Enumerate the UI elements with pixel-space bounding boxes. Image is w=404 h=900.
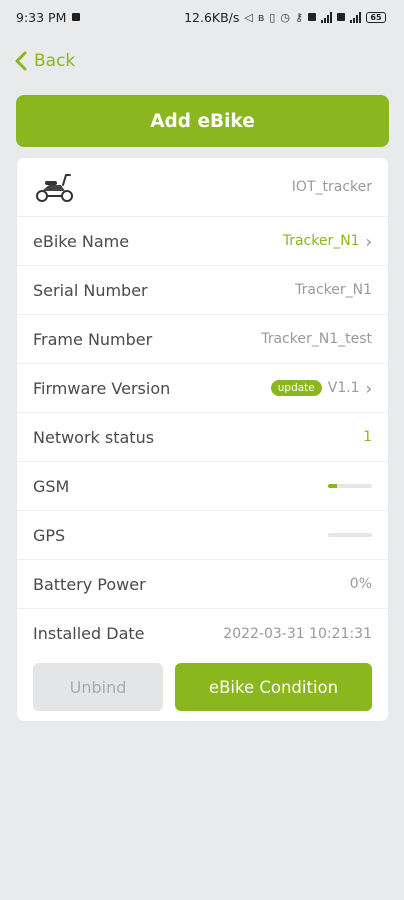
- serial-number-label: Serial Number: [33, 280, 148, 300]
- update-badge[interactable]: update: [270, 380, 322, 396]
- gsm-signal-fill: [328, 484, 337, 488]
- notification-icon: [72, 13, 81, 21]
- ebike-name-row[interactable]: eBike Name Tracker_N1 ›: [17, 217, 388, 266]
- chevron-left-icon: [15, 51, 27, 71]
- gsm-signal-meter: [328, 484, 372, 488]
- gps-signal-meter: [328, 533, 372, 537]
- frame-number-value: Tracker_N1_test: [261, 331, 372, 347]
- network-status-row: Network status 1: [17, 413, 388, 462]
- status-bar: 9:33 PM 12.6KB/s ◁ ʙ ▯ ◷ ⚷ 65: [0, 0, 404, 34]
- scooter-icon: [36, 174, 73, 202]
- firmware-label: Firmware Version: [33, 378, 171, 398]
- installed-date-label: Installed Date: [33, 624, 145, 643]
- gps-row: GPS: [17, 511, 388, 560]
- firmware-value: V1.1: [327, 380, 360, 396]
- serial-number-row: Serial Number Tracker_N1: [17, 266, 388, 315]
- gsm-label: GSM: [33, 476, 70, 496]
- sim2-icon: [337, 13, 345, 21]
- firmware-row[interactable]: Firmware Version update V1.1 ›: [17, 364, 388, 413]
- battery-level: 65: [370, 12, 382, 22]
- action-buttons: Unbind eBike Condition: [17, 663, 388, 713]
- back-button[interactable]: Back: [14, 46, 75, 76]
- frame-number-row: Frame Number Tracker_N1_test: [17, 315, 388, 364]
- network-status-value: 1: [363, 429, 372, 445]
- chevron-right-icon: ›: [365, 231, 372, 251]
- firmware-value-group: update V1.1 ›: [270, 378, 372, 398]
- ebike-condition-button[interactable]: eBike Condition: [175, 663, 372, 711]
- location-icon: ◁: [244, 10, 253, 24]
- signal2-icon: [350, 11, 361, 23]
- battery-power-value: 0%: [349, 576, 372, 592]
- card-header: IOT_tracker: [17, 158, 388, 217]
- ebike-name-label: eBike Name: [33, 231, 130, 251]
- battery-power-row: Battery Power 0%: [17, 560, 388, 609]
- device-id: IOT_tracker: [291, 179, 372, 195]
- installed-date-value: 2022-03-31 10:21:31: [223, 625, 372, 642]
- back-label: Back: [34, 51, 76, 71]
- vibrate-icon: ▯: [269, 10, 276, 24]
- add-ebike-button[interactable]: Add eBike: [16, 95, 389, 147]
- installed-date-row: Installed Date 2022-03-31 10:21:31: [17, 609, 388, 658]
- battery-icon: 65: [366, 11, 386, 23]
- frame-number-label: Frame Number: [33, 329, 153, 349]
- sim-icon: [308, 13, 316, 21]
- bluetooth-icon: ʙ: [257, 10, 265, 24]
- signal-icon: [321, 11, 332, 23]
- network-speed: 12.6KB/s: [184, 9, 240, 25]
- gsm-row: GSM: [17, 462, 388, 511]
- status-left: 9:33 PM: [16, 9, 81, 25]
- chevron-right-icon: ›: [365, 378, 372, 398]
- battery-power-label: Battery Power: [33, 574, 146, 594]
- gps-label: GPS: [33, 525, 66, 545]
- status-time: 9:33 PM: [16, 9, 67, 25]
- ebike-name-value: Tracker_N1: [282, 233, 360, 249]
- unbind-button[interactable]: Unbind: [33, 663, 163, 711]
- ebike-name-value-group: Tracker_N1 ›: [283, 232, 372, 251]
- serial-number-value: Tracker_N1: [295, 282, 372, 298]
- device-card: IOT_tracker eBike Name Tracker_N1 › Seri…: [17, 158, 388, 721]
- key-icon: ⚷: [294, 10, 303, 24]
- alarm-icon: ◷: [280, 10, 290, 24]
- network-status-label: Network status: [33, 427, 155, 447]
- status-right: 12.6KB/s ◁ ʙ ▯ ◷ ⚷ 65: [184, 10, 386, 25]
